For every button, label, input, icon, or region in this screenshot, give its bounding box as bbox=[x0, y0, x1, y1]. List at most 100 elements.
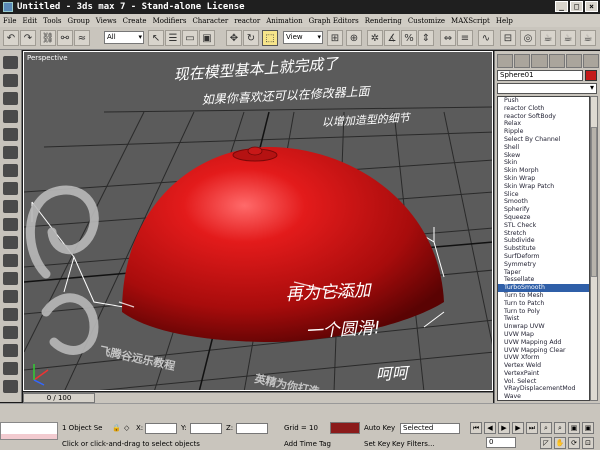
min-max-toggle-icon[interactable]: ⊡ bbox=[582, 437, 594, 449]
snap-icon[interactable]: ✲ bbox=[367, 30, 383, 46]
modifier-list-item[interactable]: UVW Mapping Add bbox=[498, 339, 589, 347]
animate-button[interactable] bbox=[330, 422, 360, 434]
z-coord-field[interactable] bbox=[236, 423, 268, 434]
select-link-icon[interactable]: ⛓ bbox=[40, 30, 56, 46]
modifier-list-item[interactable]: TurboSmooth bbox=[498, 284, 589, 292]
bind-space-warp-icon[interactable]: ≈ bbox=[74, 30, 90, 46]
modifier-list-item[interactable]: UVW Xform bbox=[498, 354, 589, 362]
menu-views[interactable]: Views bbox=[96, 17, 117, 25]
render-scene-icon[interactable]: ☕ bbox=[540, 30, 556, 46]
modifier-list-item[interactable]: VertexPaint bbox=[498, 370, 589, 378]
tab-motion[interactable] bbox=[548, 54, 565, 68]
modifier-list-item[interactable]: Slice bbox=[498, 191, 589, 199]
key-filters-button[interactable]: Key Filters... bbox=[392, 440, 435, 448]
set-key-button[interactable]: Set Key bbox=[364, 440, 390, 448]
tool-icon[interactable] bbox=[3, 74, 18, 87]
select-by-name-icon[interactable]: ☰ bbox=[165, 30, 181, 46]
arc-rotate-icon[interactable]: ⟳ bbox=[568, 437, 580, 449]
modifier-list-item[interactable]: Push bbox=[498, 97, 589, 105]
tool-icon[interactable] bbox=[3, 362, 18, 375]
object-name-field[interactable]: Sphere01 bbox=[497, 70, 583, 81]
prev-frame-icon[interactable]: ◀ bbox=[484, 422, 496, 434]
window-crossing-icon[interactable]: ▣ bbox=[199, 30, 215, 46]
modifier-list-item[interactable]: Select By Channel bbox=[498, 136, 589, 144]
modifier-list-item[interactable]: Turn to Mesh bbox=[498, 292, 589, 300]
modifier-list-item[interactable]: VRayDisplacementMod bbox=[498, 385, 589, 393]
selection-filter-dropdown[interactable]: All bbox=[104, 31, 144, 44]
menu-reactor[interactable]: reactor bbox=[234, 17, 260, 25]
unlink-icon[interactable]: ⚯ bbox=[57, 30, 73, 46]
tab-hierarchy[interactable] bbox=[531, 54, 548, 68]
modifier-list-item[interactable]: Skin Wrap Patch bbox=[498, 183, 589, 191]
tool-icon[interactable] bbox=[3, 236, 18, 249]
y-coord-field[interactable] bbox=[190, 423, 222, 434]
modifier-list-item[interactable]: UVW Mapping Clear bbox=[498, 347, 589, 355]
mirror-icon[interactable]: ⇔ bbox=[440, 30, 456, 46]
tool-icon[interactable] bbox=[3, 272, 18, 285]
tab-utilities[interactable] bbox=[582, 54, 600, 68]
app-icon[interactable] bbox=[3, 2, 13, 12]
menu-create[interactable]: Create bbox=[123, 17, 147, 25]
perspective-viewport[interactable]: Perspective 现在模型基本上就完成了 如果你喜欢还可以在修改器上面 以… bbox=[23, 51, 493, 391]
quick-render-icon[interactable]: ☕ bbox=[560, 30, 576, 46]
redo-icon[interactable]: ↷ bbox=[20, 30, 36, 46]
reference-coord-dropdown[interactable]: View bbox=[283, 31, 323, 44]
add-time-tag[interactable]: Add Time Tag bbox=[284, 440, 331, 448]
modifier-list-item[interactable]: Skew bbox=[498, 152, 589, 160]
modifier-list-item[interactable]: Ripple bbox=[498, 128, 589, 136]
menu-graph-editors[interactable]: Graph Editors bbox=[309, 17, 359, 25]
scrollbar-thumb[interactable] bbox=[591, 127, 597, 277]
modifier-list-item[interactable]: Spherify bbox=[498, 206, 589, 214]
modifier-list-item[interactable]: Vertex Weld bbox=[498, 362, 589, 370]
modifier-list-item[interactable]: Skin Wrap bbox=[498, 175, 589, 183]
zoom-icon[interactable]: ⌕ bbox=[540, 422, 552, 434]
modifier-list-item[interactable]: Skin bbox=[498, 159, 589, 167]
time-slider[interactable]: 0 / 100 bbox=[23, 393, 95, 403]
tool-icon[interactable] bbox=[3, 380, 18, 393]
tab-modify[interactable] bbox=[514, 54, 531, 68]
zoom-all-icon[interactable]: ⌕ bbox=[554, 422, 566, 434]
menu-rendering[interactable]: Rendering bbox=[365, 17, 402, 25]
modifier-list-item[interactable]: Symmetry bbox=[498, 261, 589, 269]
tool-icon[interactable] bbox=[3, 164, 18, 177]
tool-icon[interactable] bbox=[3, 56, 18, 69]
render-last-icon[interactable]: ☕ bbox=[580, 30, 596, 46]
rect-selection-icon[interactable]: ▭ bbox=[182, 30, 198, 46]
tab-display[interactable] bbox=[565, 54, 582, 68]
lock-icon[interactable]: 🔒 bbox=[112, 424, 121, 432]
modifier-list-dropdown[interactable] bbox=[497, 83, 597, 94]
pivot-icon[interactable]: ⊞ bbox=[327, 30, 343, 46]
modifier-list-scrollbar[interactable] bbox=[590, 96, 598, 401]
spinner-snap-icon[interactable]: ⇕ bbox=[418, 30, 434, 46]
sphere-object[interactable] bbox=[122, 147, 444, 342]
scale-icon[interactable]: ⬚ bbox=[262, 30, 278, 46]
modifier-list-item[interactable]: UVW Map bbox=[498, 331, 589, 339]
go-to-end-icon[interactable]: ⏭ bbox=[526, 422, 538, 434]
menu-maxscript[interactable]: MAXScript bbox=[451, 17, 490, 25]
modifier-list-item[interactable]: Shell bbox=[498, 144, 589, 152]
modifier-list-item[interactable]: reactor Cloth bbox=[498, 105, 589, 113]
select-manipulate-icon[interactable]: ⊕ bbox=[346, 30, 362, 46]
modifier-list-item[interactable]: Squeeze bbox=[498, 214, 589, 222]
maximize-icon[interactable]: □ bbox=[570, 1, 583, 12]
move-icon[interactable]: ✥ bbox=[226, 30, 242, 46]
next-frame-icon[interactable]: ▶ bbox=[512, 422, 524, 434]
menu-help[interactable]: Help bbox=[496, 17, 513, 25]
schematic-view-icon[interactable]: ⊟ bbox=[500, 30, 516, 46]
menu-animation[interactable]: Animation bbox=[266, 17, 302, 25]
curve-editor-icon[interactable]: ∿ bbox=[478, 30, 494, 46]
modifier-list-item[interactable]: Tessellate bbox=[498, 276, 589, 284]
tool-icon[interactable] bbox=[3, 146, 18, 159]
modifier-list-item[interactable]: Stretch bbox=[498, 230, 589, 238]
modifier-list-item[interactable]: Skin Morph bbox=[498, 167, 589, 175]
menu-edit[interactable]: Edit bbox=[22, 17, 37, 25]
absolute-mode-icon[interactable]: ◇ bbox=[124, 424, 129, 432]
modifier-list-item[interactable]: Taper bbox=[498, 269, 589, 277]
tool-icon[interactable] bbox=[3, 326, 18, 339]
minimize-icon[interactable]: _ bbox=[555, 1, 568, 12]
pan-icon[interactable]: ✋ bbox=[554, 437, 566, 449]
tool-icon[interactable] bbox=[3, 254, 18, 267]
menu-modifiers[interactable]: Modifiers bbox=[153, 17, 187, 25]
modifier-list-item[interactable]: Relax bbox=[498, 120, 589, 128]
tool-icon[interactable] bbox=[3, 290, 18, 303]
